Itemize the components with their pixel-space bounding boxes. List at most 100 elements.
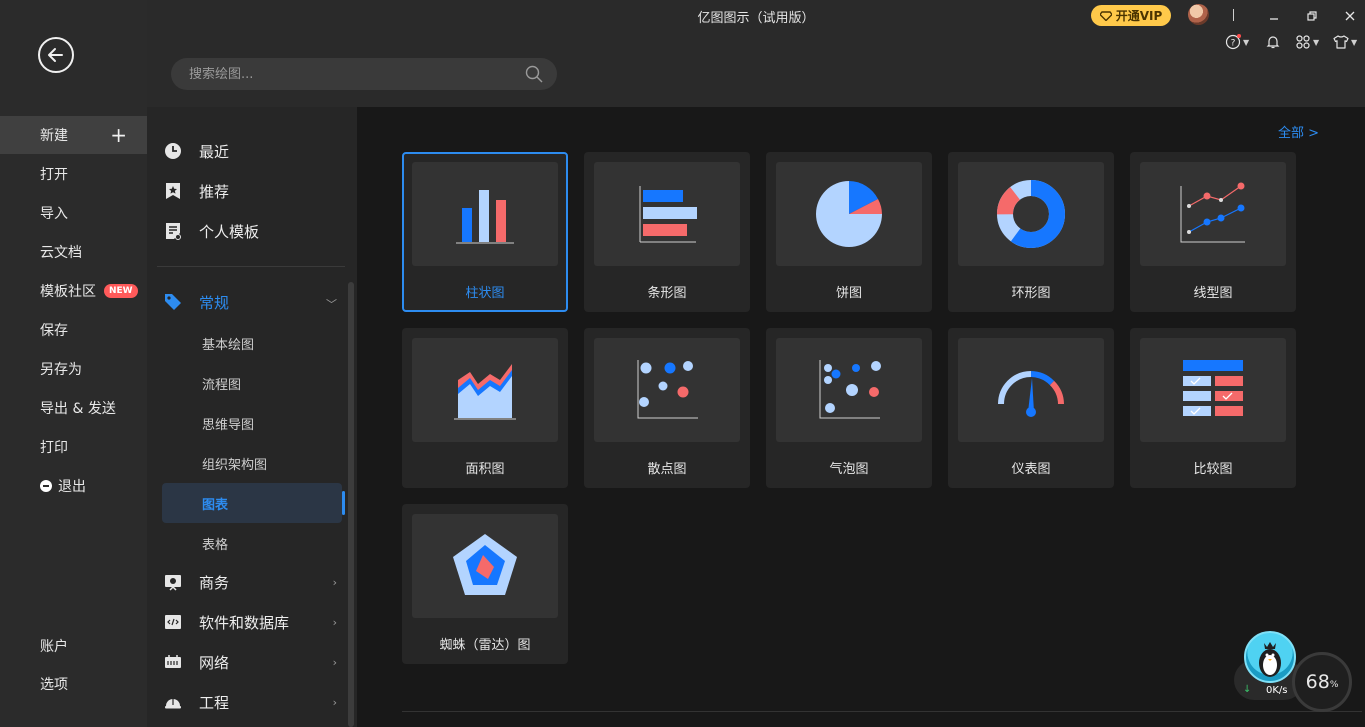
search-box[interactable] bbox=[171, 58, 557, 90]
area-chart-icon bbox=[454, 364, 516, 420]
tshirt-icon bbox=[1333, 35, 1349, 49]
notification-button[interactable] bbox=[1265, 32, 1281, 52]
donut-chart-icon bbox=[997, 180, 1065, 248]
scatter-chart-thumbnail bbox=[594, 338, 740, 442]
chevron-right-icon: › bbox=[332, 576, 337, 589]
bar-chart-icon bbox=[639, 186, 697, 243]
tag-icon bbox=[163, 292, 183, 312]
category-scrollbar[interactable] bbox=[348, 282, 354, 727]
chart-card-donut[interactable]: 环形图 bbox=[948, 152, 1114, 312]
template-icon bbox=[163, 221, 183, 241]
chart-card-bar[interactable]: 条形图 bbox=[584, 152, 750, 312]
gauge-chart-thumbnail bbox=[958, 338, 1104, 442]
comparison-chart-thumbnail bbox=[1140, 338, 1286, 442]
svg-text:?: ? bbox=[1231, 39, 1236, 49]
category-general[interactable]: 常规 ﹀ bbox=[163, 284, 345, 320]
card-label: 环形图 bbox=[1011, 286, 1051, 301]
rail-item-export[interactable]: 导出 & 发送 bbox=[0, 389, 147, 427]
rail-item-new[interactable]: 新建 + bbox=[0, 116, 147, 154]
category-recommended[interactable]: 推荐 bbox=[163, 173, 345, 209]
chart-card-comparison[interactable]: 比较图 bbox=[1130, 328, 1296, 488]
apps-icon bbox=[1296, 35, 1310, 49]
chart-card-pie[interactable]: 饼图 bbox=[766, 152, 932, 312]
chart-card-bubble[interactable]: 气泡图 bbox=[766, 328, 932, 488]
penguin-mascot[interactable] bbox=[1244, 631, 1296, 683]
rail-item-community[interactable]: 模板社区 NEW bbox=[0, 272, 147, 310]
category-label: 软件和数据库 bbox=[199, 613, 290, 632]
minimize-icon bbox=[1270, 18, 1278, 20]
chart-card-line[interactable]: 线型图 bbox=[1130, 152, 1296, 312]
star-icon bbox=[163, 181, 183, 201]
category-business[interactable]: 商务 › bbox=[163, 564, 345, 600]
plus-icon: + bbox=[110, 123, 127, 147]
category-recent[interactable]: 最近 bbox=[163, 133, 345, 169]
subcategory-label: 图表 bbox=[202, 497, 229, 513]
vip-button[interactable]: 开通VIP bbox=[1091, 5, 1171, 26]
avatar[interactable] bbox=[1188, 4, 1209, 25]
template-gallery: 全部 > 柱状图 条形图 饼图 环形图 线型图 面积图 散点图 气泡图 仪表图 … bbox=[357, 107, 1365, 727]
view-all-link[interactable]: 全部 > bbox=[1278, 122, 1319, 141]
search-icon[interactable] bbox=[525, 65, 543, 83]
rail-item-label: 退出 bbox=[58, 479, 86, 495]
card-label: 蜘蛛（雷达）图 bbox=[439, 638, 531, 653]
subcategory-label: 流程图 bbox=[202, 377, 242, 393]
restore-button[interactable] bbox=[1302, 6, 1322, 26]
column-chart-thumbnail bbox=[412, 162, 558, 266]
card-label: 气泡图 bbox=[829, 462, 869, 477]
performance-gauge[interactable]: 68 % bbox=[1292, 652, 1352, 712]
help-button[interactable]: ? ▼ bbox=[1225, 32, 1249, 52]
subcategory-mindmap[interactable]: 思维导图 bbox=[162, 403, 342, 443]
rail-item-print[interactable]: 打印 bbox=[0, 428, 147, 466]
rail-item-label: 新建 bbox=[40, 128, 68, 144]
subcategory-flowchart[interactable]: 流程图 bbox=[162, 363, 342, 403]
rail-item-label: 保存 bbox=[40, 323, 68, 339]
code-icon bbox=[163, 612, 183, 632]
line-chart-thumbnail bbox=[1140, 162, 1286, 266]
rail-item-import[interactable]: 导入 bbox=[0, 194, 147, 232]
rail-item-label: 导入 bbox=[40, 206, 68, 222]
category-label: 工程 bbox=[199, 693, 230, 712]
clock-icon bbox=[163, 141, 183, 161]
back-button[interactable] bbox=[38, 37, 74, 73]
rail-item-cloud[interactable]: 云文档 bbox=[0, 233, 147, 271]
search-input[interactable] bbox=[189, 66, 525, 82]
scatter-chart-icon bbox=[637, 360, 698, 419]
gauge-chart-icon bbox=[998, 371, 1064, 417]
subcategory-tables[interactable]: 表格 bbox=[162, 523, 342, 563]
chart-card-gauge[interactable]: 仪表图 bbox=[948, 328, 1114, 488]
gauge-unit: % bbox=[1329, 680, 1339, 690]
radar-chart-icon bbox=[453, 534, 517, 595]
chart-card-scatter[interactable]: 散点图 bbox=[584, 328, 750, 488]
rail-item-open[interactable]: 打开 bbox=[0, 155, 147, 193]
close-button[interactable] bbox=[1340, 6, 1360, 26]
bubble-chart-thumbnail bbox=[776, 338, 922, 442]
category-personal-templates[interactable]: 个人模板 bbox=[163, 213, 345, 249]
chart-card-column[interactable]: 柱状图 bbox=[402, 152, 568, 312]
diamond-icon bbox=[1099, 10, 1112, 21]
category-engineering[interactable]: 工程 › bbox=[163, 684, 345, 720]
subcategory-charts[interactable]: 图表 bbox=[162, 483, 345, 523]
rail-item-label: 模板社区 bbox=[40, 284, 96, 300]
area-chart-thumbnail bbox=[412, 338, 558, 442]
rail-item-account[interactable]: 账户 bbox=[0, 627, 147, 665]
subcategory-org-chart[interactable]: 组织架构图 bbox=[162, 443, 342, 483]
divider bbox=[1233, 9, 1234, 21]
chart-card-radar[interactable]: 蜘蛛（雷达）图 bbox=[402, 504, 568, 664]
category-label: 常规 bbox=[199, 293, 230, 312]
category-label: 推荐 bbox=[199, 182, 230, 201]
card-label: 比较图 bbox=[1193, 462, 1233, 477]
minimize-button[interactable] bbox=[1264, 6, 1284, 26]
rail-item-options[interactable]: 选项 bbox=[0, 665, 147, 703]
rail-item-exit[interactable]: 退出 bbox=[0, 467, 147, 505]
window-title: 亿图图示（试用版） bbox=[697, 11, 815, 26]
line-chart-icon bbox=[1180, 182, 1245, 243]
category-network[interactable]: 网络 › bbox=[163, 644, 345, 680]
rail-item-save[interactable]: 保存 bbox=[0, 311, 147, 349]
apps-button[interactable]: ▼ bbox=[1295, 32, 1319, 52]
chart-card-area[interactable]: 面积图 bbox=[402, 328, 568, 488]
skin-button[interactable]: ▼ bbox=[1333, 32, 1357, 52]
subcategory-label: 思维导图 bbox=[202, 417, 255, 433]
category-software-db[interactable]: 软件和数据库 › bbox=[163, 604, 345, 640]
rail-item-save-as[interactable]: 另存为 bbox=[0, 350, 147, 388]
subcategory-basic-drawing[interactable]: 基本绘图 bbox=[162, 323, 342, 363]
